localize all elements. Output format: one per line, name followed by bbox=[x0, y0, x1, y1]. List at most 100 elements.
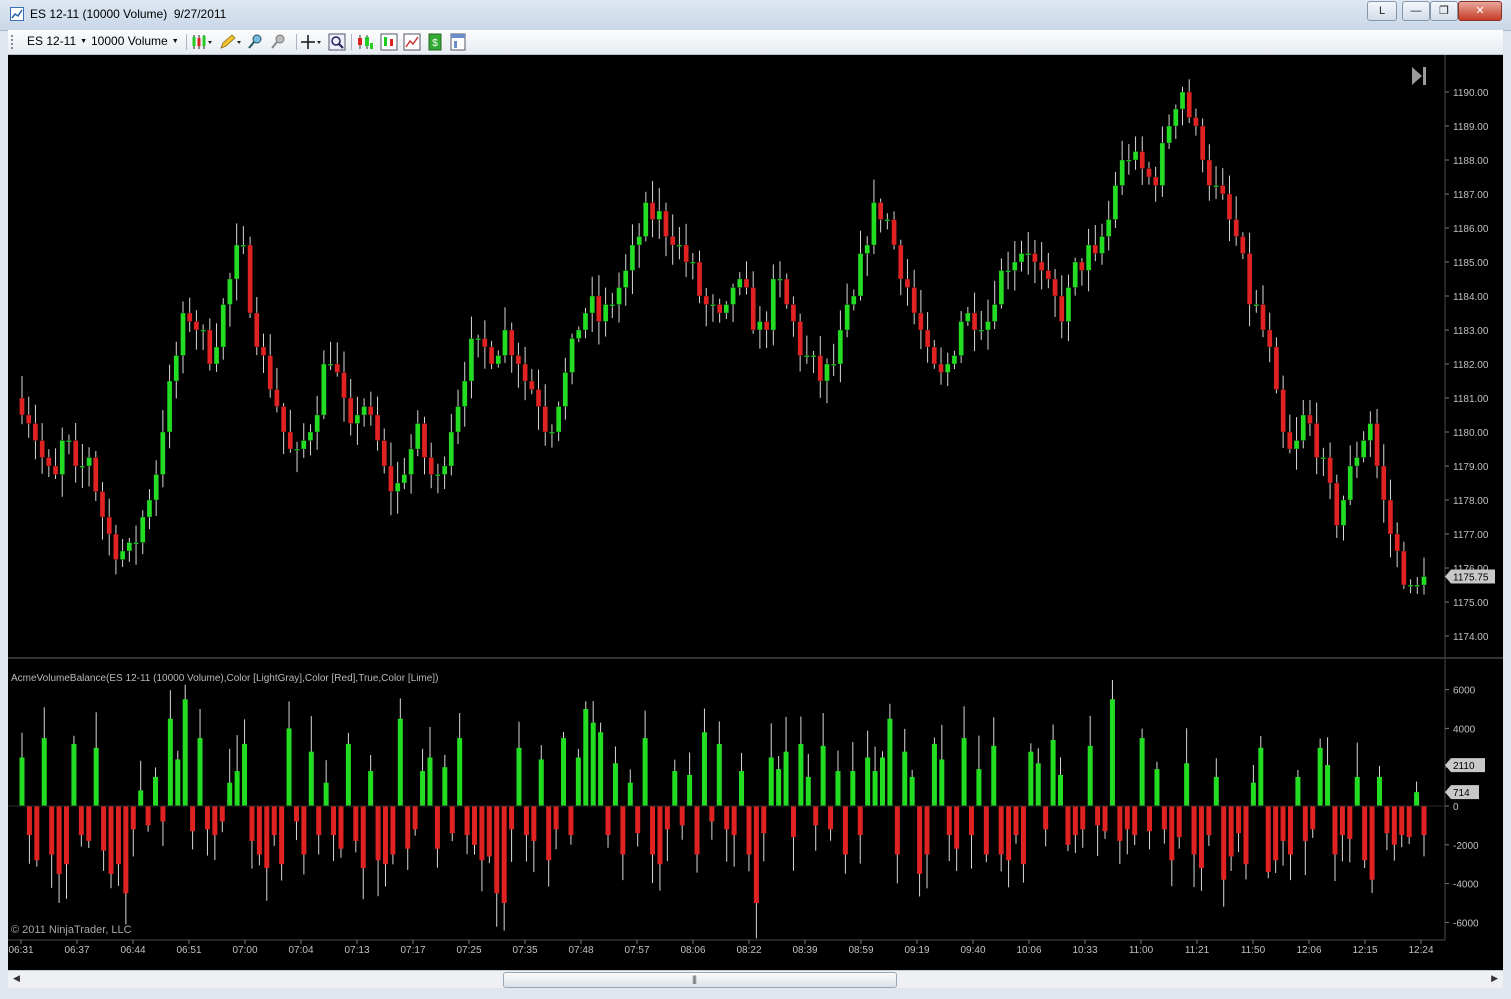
time-axis-label: 09:40 bbox=[960, 945, 985, 956]
candle-down bbox=[39, 440, 45, 458]
price-axis-label: 1186.00 bbox=[1453, 224, 1489, 235]
global-draw-icon[interactable] bbox=[269, 33, 287, 51]
candle-down bbox=[877, 202, 884, 220]
candle-down bbox=[1226, 193, 1233, 220]
volume-bar-negative bbox=[1228, 806, 1234, 857]
volume-bar-positive bbox=[1087, 745, 1093, 806]
candle-up bbox=[408, 448, 414, 475]
candle-up bbox=[690, 261, 696, 264]
candle-up bbox=[1253, 304, 1259, 307]
volume-bar-positive bbox=[902, 751, 908, 806]
candle-up bbox=[146, 499, 153, 518]
price-axis-label: 1187.00 bbox=[1453, 190, 1489, 201]
volume-axis-label: 0 bbox=[1453, 802, 1459, 813]
time-axis-label: 11:21 bbox=[1185, 945, 1210, 956]
price-axis: 1190.00 1189.00 1188.00 1187.00 1186.00 1185.… bbox=[1445, 88, 1489, 643]
volume-bar-negative bbox=[568, 806, 574, 836]
chevron-down-icon: ▼ bbox=[80, 38, 88, 46]
indicators-icon[interactable] bbox=[380, 33, 398, 51]
candle-up bbox=[1065, 287, 1072, 322]
volume-bar-negative bbox=[1399, 806, 1405, 836]
snap-mode-icon[interactable] bbox=[246, 33, 264, 51]
candle-down bbox=[267, 355, 273, 390]
drawing-tool-pencil-icon[interactable] bbox=[218, 33, 242, 51]
time-axis-label: 07:04 bbox=[288, 945, 313, 956]
volume-bar-negative bbox=[412, 806, 418, 830]
volume-bar-negative bbox=[204, 806, 210, 830]
candle-down bbox=[287, 431, 293, 450]
volume-bar-positive bbox=[798, 743, 804, 806]
chart-trader-icon[interactable]: $ bbox=[426, 33, 444, 51]
crosshair-icon[interactable] bbox=[301, 33, 323, 51]
scroll-right-arrow-icon[interactable]: ▶ bbox=[1491, 973, 1498, 984]
volume-bar-positive bbox=[783, 751, 789, 806]
volume-bar-negative bbox=[331, 806, 337, 836]
volume-bar-positive bbox=[865, 757, 871, 806]
time-axis-label: 06:31 bbox=[8, 945, 33, 956]
scroll-to-end-icon[interactable] bbox=[1412, 67, 1426, 85]
candle-down bbox=[542, 406, 548, 433]
scrollbar-thumb[interactable]: ||| bbox=[503, 972, 897, 988]
candle-down bbox=[26, 414, 32, 424]
candle-down bbox=[1314, 423, 1320, 458]
ninjatrader-chart-icon bbox=[10, 7, 24, 21]
volume-bar-positive bbox=[1109, 699, 1115, 806]
candle-down bbox=[1374, 423, 1380, 467]
volume-bar-negative bbox=[293, 806, 299, 822]
candle-up bbox=[985, 321, 991, 331]
instrument-dropdown[interactable]: ES 12-11 ▼ bbox=[27, 34, 87, 48]
period-dropdown[interactable]: 10000 Volume ▼ bbox=[91, 34, 179, 48]
chart-canvas[interactable]: 1190.00 1189.00 1188.00 1187.00 1186.00 1185.… bbox=[8, 55, 1503, 970]
volume-bar-positive bbox=[442, 767, 448, 806]
volume-bar-negative bbox=[190, 806, 196, 832]
volume-bar-negative bbox=[1147, 806, 1153, 832]
volume-bar-positive bbox=[939, 759, 945, 806]
chart-style-icon[interactable] bbox=[191, 33, 213, 51]
layout-l-button[interactable]: L bbox=[1367, 1, 1397, 21]
volume-bar-positive bbox=[961, 738, 967, 806]
volume-bar-positive bbox=[872, 771, 878, 806]
scroll-left-arrow-icon[interactable]: ◀ bbox=[13, 973, 20, 984]
volume-bar-negative bbox=[49, 806, 55, 855]
minimize-button[interactable]: — bbox=[1402, 1, 1430, 21]
close-button[interactable]: ✕ bbox=[1458, 1, 1502, 21]
volume-bar-positive bbox=[1035, 763, 1041, 806]
candle-up bbox=[435, 474, 441, 477]
candle-down bbox=[280, 406, 287, 433]
strategies-icon[interactable] bbox=[403, 33, 421, 51]
candle-down bbox=[46, 457, 52, 467]
volume-bar-negative bbox=[531, 806, 537, 841]
volume-bar-positive bbox=[612, 763, 618, 806]
data-series-icon[interactable] bbox=[356, 33, 374, 51]
horizontal-scrollbar[interactable]: ◀ ||| ▶ bbox=[8, 970, 1503, 988]
volume-bar-negative bbox=[338, 806, 344, 849]
candle-up bbox=[119, 550, 126, 560]
volume-bar-positive bbox=[93, 747, 99, 806]
time-axis-label: 11:00 bbox=[1129, 945, 1154, 956]
volume-bar-negative bbox=[1273, 806, 1279, 861]
chart-area[interactable]: 1190.00 1189.00 1188.00 1187.00 1186.00 1185.… bbox=[8, 55, 1503, 970]
zoom-icon[interactable] bbox=[328, 33, 346, 51]
volume-bar-negative bbox=[635, 806, 641, 834]
properties-icon[interactable] bbox=[449, 33, 467, 51]
volume-bar-negative bbox=[650, 806, 656, 855]
candle-down bbox=[207, 329, 213, 365]
candle-up bbox=[824, 363, 830, 382]
candle-down bbox=[1206, 159, 1212, 186]
volume-bar-positive bbox=[197, 738, 203, 806]
candle-up bbox=[589, 295, 595, 314]
time-axis-label: 08:59 bbox=[848, 945, 873, 956]
time-axis-label: 12:15 bbox=[1352, 945, 1377, 956]
candle-up bbox=[730, 287, 736, 305]
price-axis-label: 1178.00 bbox=[1453, 496, 1489, 507]
volume-bar-negative bbox=[382, 806, 388, 865]
time-axis-label: 10:33 bbox=[1072, 945, 1097, 956]
time-axis-label: 08:06 bbox=[680, 945, 705, 956]
volume-bar-negative bbox=[486, 806, 492, 857]
volume-bar-negative bbox=[1362, 806, 1368, 861]
candle-up bbox=[623, 270, 629, 288]
candle-down bbox=[683, 244, 689, 263]
toolbar-grip[interactable] bbox=[11, 35, 15, 49]
price-axis-label: 1190.00 bbox=[1453, 88, 1489, 99]
restore-button[interactable]: ❐ bbox=[1430, 1, 1458, 21]
